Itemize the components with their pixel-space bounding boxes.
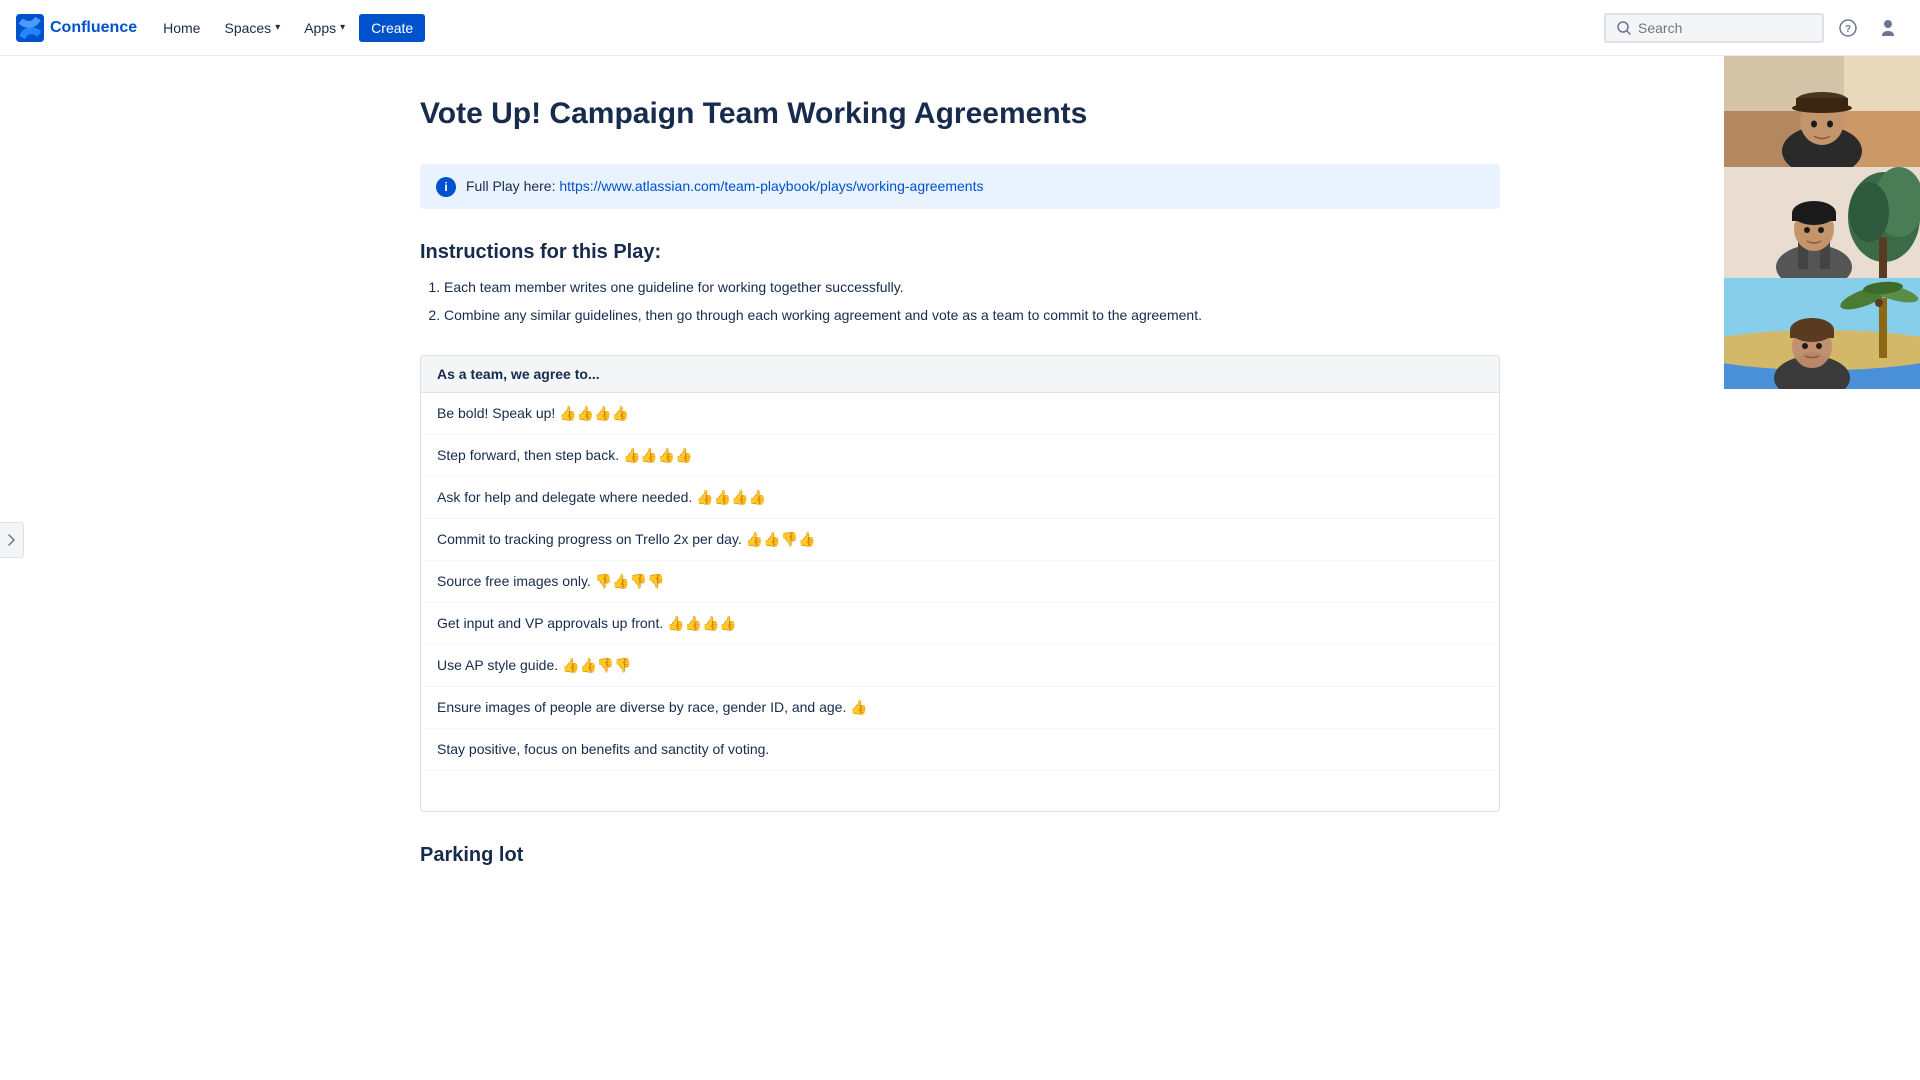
- video-person-3: [1724, 278, 1920, 389]
- instruction-item: Each team member writes one guideline fo…: [444, 276, 1500, 298]
- help-icon: ?: [1839, 19, 1857, 37]
- video-person-3-svg: [1724, 278, 1920, 389]
- spaces-chevron: ▾: [275, 22, 280, 33]
- content-area: Vote Up! Campaign Team Working Agreement…: [340, 56, 1580, 947]
- video-person-1: [1724, 56, 1920, 167]
- nav-apps[interactable]: Apps ▾: [294, 14, 355, 42]
- account-button[interactable]: [1872, 12, 1904, 44]
- create-button[interactable]: Create: [359, 14, 425, 42]
- agreement-row: Ensure images of people are diverse by r…: [421, 687, 1499, 729]
- instructions-title: Instructions for this Play:: [420, 241, 1500, 264]
- sidebar-toggle[interactable]: [0, 522, 24, 558]
- agreement-row: Source free images only. 👎👍👎👎: [421, 561, 1499, 603]
- video-person-2-svg: [1724, 167, 1920, 278]
- main-wrapper: Vote Up! Campaign Team Working Agreement…: [0, 56, 1920, 947]
- info-icon: i: [436, 177, 456, 197]
- video-cell-2: [1724, 167, 1920, 278]
- agreement-row: Ask for help and delegate where needed. …: [421, 477, 1499, 519]
- main-nav: Home Spaces ▾ Apps ▾ Create: [153, 14, 425, 42]
- search-icon: [1616, 20, 1632, 36]
- video-person-2: [1724, 167, 1920, 278]
- search-box[interactable]: [1604, 13, 1824, 43]
- account-icon: [1879, 19, 1897, 37]
- agreement-row: Get input and VP approvals up front. 👍👍👍…: [421, 603, 1499, 645]
- instruction-item: Combine any similar guidelines, then go …: [444, 304, 1500, 326]
- instructions-list: Each team member writes one guideline fo…: [420, 276, 1500, 327]
- confluence-logo[interactable]: Confluence: [16, 14, 137, 42]
- agreement-row: Step forward, then step back. 👍👍👍👍: [421, 435, 1499, 477]
- nav-right: ?: [1604, 12, 1904, 44]
- confluence-wordmark: Confluence: [50, 19, 137, 37]
- info-banner: i Full Play here: https://www.atlassian.…: [420, 164, 1500, 209]
- top-navigation: Confluence Home Spaces ▾ Apps ▾ Create ?: [0, 0, 1920, 56]
- agreement-row-empty: [421, 771, 1499, 811]
- agreement-row: Stay positive, focus on benefits and san…: [421, 729, 1499, 771]
- svg-text:?: ?: [1845, 24, 1851, 35]
- info-text: Full Play here: https://www.atlassian.co…: [466, 176, 983, 197]
- confluence-logo-icon: [16, 14, 44, 42]
- help-button[interactable]: ?: [1832, 12, 1864, 44]
- playbook-link[interactable]: https://www.atlassian.com/team-playbook/…: [559, 178, 983, 194]
- page-title: Vote Up! Campaign Team Working Agreement…: [420, 96, 1500, 132]
- video-cell-3: [1724, 278, 1920, 389]
- nav-home[interactable]: Home: [153, 14, 210, 42]
- search-input[interactable]: [1638, 20, 1812, 36]
- nav-spaces[interactable]: Spaces ▾: [214, 14, 290, 42]
- apps-chevron: ▾: [340, 22, 345, 33]
- agreement-row: Be bold! Speak up! 👍👍👍👍: [421, 393, 1499, 435]
- chevron-right-icon: [7, 533, 17, 547]
- video-cell-1: [1724, 56, 1920, 167]
- agreements-header: As a team, we agree to...: [421, 356, 1499, 393]
- agreements-table: As a team, we agree to... Be bold! Speak…: [420, 355, 1500, 812]
- video-person-1-svg: [1724, 56, 1920, 167]
- parking-lot-title: Parking lot: [420, 844, 1500, 867]
- agreement-row: Commit to tracking progress on Trello 2x…: [421, 519, 1499, 561]
- video-panel: [1724, 56, 1920, 389]
- agreement-row: Use AP style guide. 👍👍👎👎: [421, 645, 1499, 687]
- instructions-section: Instructions for this Play: Each team me…: [420, 241, 1500, 327]
